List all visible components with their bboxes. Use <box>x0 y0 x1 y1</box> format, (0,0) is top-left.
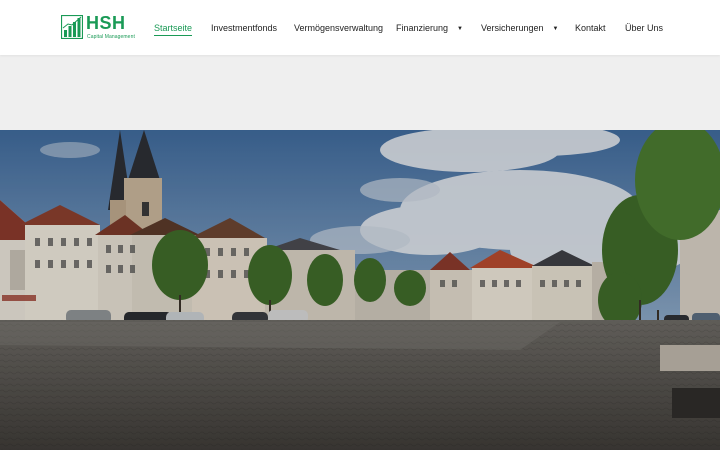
nav-item-label: Startseite <box>154 23 193 33</box>
caret-down-icon: ▼ <box>457 26 463 32</box>
brand-name: HSH <box>86 13 126 33</box>
nav-item-startseite[interactable]: Startseite <box>154 22 193 36</box>
nav-item-label: Kontakt <box>575 23 606 33</box>
town-square-panorama <box>0 130 720 450</box>
spacer-band <box>0 55 720 130</box>
nav-item-label: Finanzierung <box>396 23 449 33</box>
nav-item-vermoegensverwaltung[interactable]: Vermögensverwaltung <box>294 22 383 34</box>
nav-item-ueber-uns[interactable]: Über Uns <box>625 22 663 34</box>
nav-item-label: Vermögensverwaltung <box>294 23 384 33</box>
nav-item-label: Versicherungen <box>481 23 544 33</box>
brand-tagline: Capital Management <box>87 34 135 40</box>
site-header: HSH Capital Management Startseite Invest… <box>0 0 720 55</box>
nav-item-versicherungen[interactable]: Versicherungen ▼ <box>481 22 559 35</box>
nav-item-label: Investmentfonds <box>211 23 278 33</box>
nav-item-investmentfonds[interactable]: Investmentfonds <box>211 22 277 34</box>
nav-item-finanzierung[interactable]: Finanzierung ▼ <box>396 22 463 35</box>
caret-down-icon: ▼ <box>552 26 559 32</box>
nav-item-kontakt[interactable]: Kontakt <box>575 22 606 34</box>
logo[interactable]: HSH Capital Management <box>61 13 135 42</box>
nav-item-label: Über Uns <box>625 23 664 33</box>
hero-image <box>0 130 720 450</box>
bar-chart-logo-icon <box>61 15 83 39</box>
